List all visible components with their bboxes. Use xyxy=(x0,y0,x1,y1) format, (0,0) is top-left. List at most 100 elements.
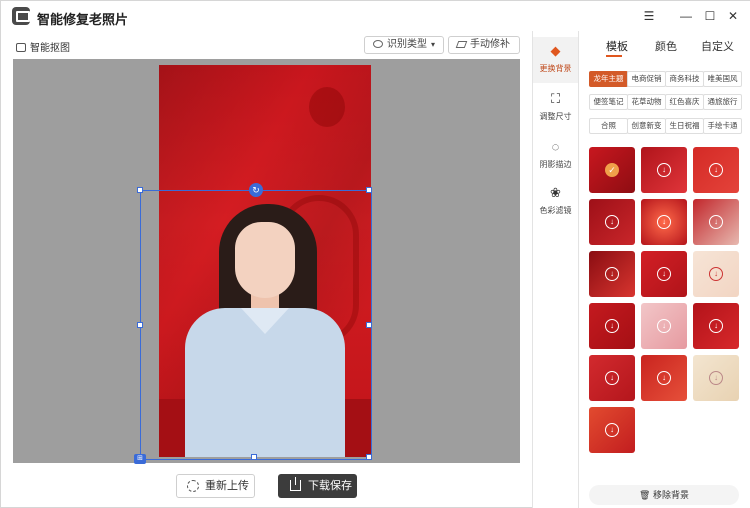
rotate-handle-icon[interactable]: ↻ xyxy=(249,183,263,197)
chevron-down-icon: ▾ xyxy=(431,40,436,49)
menu-icon[interactable]: ☰ xyxy=(639,7,659,25)
close-button[interactable]: ✕ xyxy=(723,7,743,25)
app-title: 智能修复老照片 xyxy=(37,12,129,27)
resize-handle-bm[interactable] xyxy=(251,454,257,460)
download-icon: ↓ xyxy=(605,267,619,281)
tool-label: 调整尺寸 xyxy=(539,112,572,121)
download-icon: ↓ xyxy=(605,215,619,229)
template-thumb[interactable]: ↓ xyxy=(641,303,687,349)
layer-handle-icon[interactable]: ⊞ xyxy=(134,454,146,464)
manual-repair-button[interactable]: 手动修补 xyxy=(448,36,520,54)
maximize-button[interactable]: ☐ xyxy=(700,7,720,25)
template-thumb[interactable]: ↓ xyxy=(641,355,687,401)
tag-item[interactable]: 创意新变 xyxy=(627,118,666,134)
panel-tabs: 模板 颜色 自定义 xyxy=(579,31,750,59)
tool-label: 更换背景 xyxy=(539,64,572,73)
tool-color-filter[interactable]: ❀ 色彩滤镜 xyxy=(533,179,578,225)
tag-item[interactable]: 龙年主题 xyxy=(589,71,628,87)
upload-icon xyxy=(187,480,199,492)
recognize-type-label: 识别类型 xyxy=(387,39,427,50)
color-filter-icon: ❀ xyxy=(550,185,561,200)
tab-custom[interactable]: 自定义 xyxy=(701,38,734,54)
download-icon: ↓ xyxy=(657,371,671,385)
tool-shadow-stroke[interactable]: ◌ 阴影描边 xyxy=(533,133,578,179)
tag-item[interactable]: 手绘卡通 xyxy=(703,118,742,134)
download-icon: ↓ xyxy=(605,319,619,333)
tool-label: 色彩滤镜 xyxy=(539,206,572,215)
app-logo-icon xyxy=(12,7,30,25)
resize-handle-tl[interactable] xyxy=(137,187,143,193)
tool-sidebar: ◆ 更换背景 ⛶ 调整尺寸 ◌ 阴影描边 ❀ 色彩滤镜 xyxy=(533,31,578,508)
resize-handle-mr[interactable] xyxy=(366,322,372,328)
tag-item[interactable]: 唯美国风 xyxy=(703,71,742,87)
title-bar: 智能修复老照片 ☰ — ☐ ✕ xyxy=(1,1,750,31)
download-save-label: 下载保存 xyxy=(308,480,352,492)
download-icon: ↓ xyxy=(709,371,723,385)
template-thumb[interactable]: ↓ xyxy=(641,199,687,245)
breadcrumb[interactable]: 智能抠图 xyxy=(16,39,70,54)
eye-icon xyxy=(373,40,383,48)
tab-template[interactable]: 模板 xyxy=(606,38,628,54)
resize-handle-ml[interactable] xyxy=(137,322,143,328)
template-thumb[interactable]: ↓ xyxy=(641,147,687,193)
template-thumb[interactable]: ↓ xyxy=(693,199,739,245)
manual-repair-label: 手动修补 xyxy=(470,39,510,50)
template-thumb[interactable]: ↓ xyxy=(693,251,739,297)
tool-label: 阴影描边 xyxy=(539,160,572,169)
reupload-button[interactable]: 重新上传 xyxy=(176,474,255,498)
download-icon: ↓ xyxy=(709,319,723,333)
minimize-button[interactable]: — xyxy=(676,7,696,25)
template-thumb[interactable]: ↓ xyxy=(693,147,739,193)
download-save-button[interactable]: 下载保存 xyxy=(278,474,357,498)
resize-icon: ⛶ xyxy=(550,91,561,106)
shadow-circle-icon: ◌ xyxy=(551,139,560,154)
download-icon: ↓ xyxy=(605,371,619,385)
tag-item[interactable]: 通旅旅行 xyxy=(703,94,742,110)
tag-item[interactable]: 商务科技 xyxy=(665,71,704,87)
template-thumb[interactable]: ↓ xyxy=(589,407,635,453)
download-icon: ↓ xyxy=(605,423,619,437)
remove-background-button[interactable]: 🗑 移除背景 xyxy=(589,485,739,505)
template-thumb[interactable]: ↓ xyxy=(641,251,687,297)
download-icon: ↓ xyxy=(657,215,671,229)
download-icon: ↓ xyxy=(709,163,723,177)
tag-row: 龙年主题 电商促销 商务科技 唯美国风 xyxy=(589,71,742,87)
tag-row: 便签笔记 花草动物 红色喜庆 通旅旅行 xyxy=(589,94,742,110)
remove-background-label: 移除背景 xyxy=(652,490,689,500)
template-thumb[interactable]: ↓ xyxy=(589,199,635,245)
download-icon: ↓ xyxy=(657,319,671,333)
tag-item[interactable]: 红色喜庆 xyxy=(665,94,704,110)
trash-icon: 🗑 xyxy=(639,490,651,500)
resize-handle-tr[interactable] xyxy=(366,187,372,193)
editor-toolbar: 智能抠图 识别类型 ▾ 手动修补 xyxy=(1,31,533,59)
template-thumb[interactable]: ↓ xyxy=(693,355,739,401)
selection-box[interactable] xyxy=(137,187,372,460)
download-icon: ↓ xyxy=(657,163,671,177)
tag-item[interactable]: 电商促销 xyxy=(627,71,666,87)
tag-item[interactable]: 便签笔记 xyxy=(589,94,628,110)
tag-item[interactable]: 生日祝福 xyxy=(665,118,704,134)
lantern-decoration xyxy=(309,87,345,127)
reupload-label: 重新上传 xyxy=(205,480,249,492)
resize-handle-br[interactable] xyxy=(366,454,372,460)
download-icon: ↓ xyxy=(709,267,723,281)
download-icon xyxy=(290,477,301,491)
background-panel: 模板 颜色 自定义 龙年主题 电商促销 商务科技 唯美国风 便签笔记 花草动物 … xyxy=(579,31,750,508)
tag-item[interactable]: 花草动物 xyxy=(627,94,666,110)
tab-indicator xyxy=(606,55,622,57)
download-icon: ↓ xyxy=(709,215,723,229)
template-thumb[interactable]: ↓ xyxy=(589,303,635,349)
recognize-type-dropdown[interactable]: 识别类型 ▾ xyxy=(364,36,445,54)
tool-resize[interactable]: ⛶ 调整尺寸 xyxy=(533,85,578,131)
paint-bucket-icon: ◆ xyxy=(550,43,561,58)
tag-item[interactable]: 合照 xyxy=(589,118,628,134)
template-thumb[interactable]: ✓ xyxy=(587,145,637,195)
template-thumb[interactable]: ↓ xyxy=(589,355,635,401)
template-thumb[interactable]: ↓ xyxy=(589,251,635,297)
tool-change-background[interactable]: ◆ 更换背景 xyxy=(533,37,578,83)
eraser-icon xyxy=(455,41,468,48)
template-thumb[interactable]: ↓ xyxy=(693,303,739,349)
tab-color[interactable]: 颜色 xyxy=(655,38,677,54)
check-icon: ✓ xyxy=(605,163,619,177)
tag-row: 合照 创意新变 生日祝福 手绘卡通 xyxy=(589,118,742,134)
